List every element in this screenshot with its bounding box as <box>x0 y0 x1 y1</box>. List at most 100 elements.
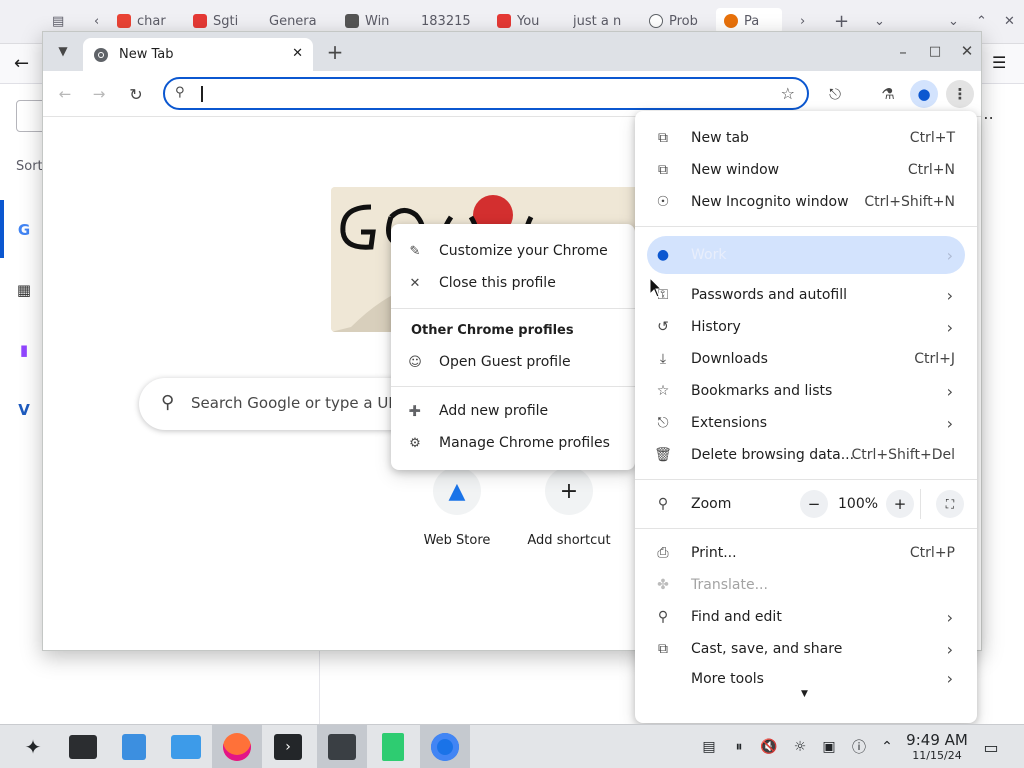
zoom-out-button[interactable]: − <box>800 490 828 518</box>
hamburger-menu-icon[interactable]: ☰ <box>992 53 1006 72</box>
app-launcher-icon[interactable]: ✦ <box>8 725 58 768</box>
download-icon: ⤓ <box>659 351 667 367</box>
manage-profiles-item[interactable]: ⚙ Manage Chrome profiles <box>391 427 635 459</box>
mouse-cursor-icon <box>649 277 663 298</box>
shortcut-add[interactable]: + Add shortcut <box>513 467 625 548</box>
chevron-right-icon: › <box>946 285 953 305</box>
menu-item-label: Bookmarks and lists <box>691 383 833 399</box>
close-window-icon[interactable]: ✕ <box>1004 8 1015 34</box>
forward-icon[interactable]: → <box>85 80 113 108</box>
reload-icon[interactable]: ↻ <box>122 80 150 108</box>
profile-submenu: ✎ Customize your Chrome ✕ Close this pro… <box>391 224 635 470</box>
menu-item-label: Close this profile <box>439 275 556 291</box>
trash-icon: 🗑 <box>654 447 672 463</box>
bg-tab-label: just a n <box>573 13 622 29</box>
profile-avatar-icon[interactable]: ● <box>910 80 938 108</box>
cast-icon: ⧉ <box>658 641 668 657</box>
menu-new-incognito[interactable]: ☉ New Incognito window Ctrl+Shift+N <box>635 186 977 218</box>
twitch-icon[interactable]: ▮ <box>14 340 34 360</box>
tab-new-tab[interactable]: New Tab ✕ <box>83 38 313 71</box>
web-store-icon: ▲ <box>433 467 481 515</box>
close-tab-icon[interactable]: ✕ <box>292 46 303 61</box>
google-icon[interactable]: G <box>14 220 34 240</box>
pencil-icon: ✎ <box>409 243 421 259</box>
clock-date: 11/15/24 <box>912 749 962 762</box>
chevron-right-icon: › <box>946 607 953 627</box>
add-profile-item[interactable]: ➕ Add new profile <box>391 395 635 427</box>
chevron-right-icon: › <box>946 381 953 401</box>
menu-more-tools[interactable]: More tools › <box>635 667 977 683</box>
save-disk-icon[interactable]: ▣ <box>820 738 838 756</box>
menu-item-label: More tools <box>691 671 764 683</box>
customize-chrome-item[interactable]: ✎ Customize your Chrome <box>391 235 635 267</box>
extensions-puzzle-icon[interactable]: ⎋ <box>821 80 849 108</box>
close-window-icon[interactable]: ✕ <box>953 37 981 65</box>
menu-profile-work[interactable]: ● Work › <box>635 239 977 271</box>
bg-tab-label: Prob <box>669 13 698 29</box>
menu-item-label: Add new profile <box>439 403 549 419</box>
help-icon[interactable]: ⓘ <box>850 738 868 756</box>
labs-flask-icon[interactable]: ⚗ <box>874 80 902 108</box>
new-tab-button[interactable]: + <box>321 38 349 66</box>
vocabulary-icon[interactable]: V <box>14 400 34 420</box>
bookmark-star-icon[interactable]: ☆ <box>781 84 795 103</box>
clock-time: 9:49 AM <box>906 731 968 749</box>
tab-favicon-icon <box>193 14 207 28</box>
open-guest-item[interactable]: ☺ Open Guest profile <box>391 346 635 378</box>
divider <box>635 528 977 529</box>
minimize-icon[interactable]: – <box>889 38 917 66</box>
tray-expand-chevron-icon[interactable]: ⌃ <box>878 738 896 756</box>
menu-item-label: Extensions <box>691 415 768 431</box>
menu-translate: ✤ Translate... <box>635 569 977 601</box>
menu-bookmarks[interactable]: ☆ Bookmarks and lists › <box>635 375 977 407</box>
terminal-icon[interactable]: › <box>263 725 313 768</box>
text-caret <box>201 86 203 102</box>
show-desktop-icon[interactable]: ▭ <box>982 738 1000 757</box>
tab-search-chevron-icon[interactable]: ▼ <box>49 37 77 65</box>
shortcut-text: Ctrl+T <box>909 130 955 146</box>
system-settings-icon[interactable] <box>58 725 108 768</box>
wikipedia-icon[interactable]: ▦ <box>14 280 34 300</box>
menu-downloads[interactable]: ⤓ Downloads Ctrl+J <box>635 343 977 375</box>
menu-item-label: Manage Chrome profiles <box>439 435 610 451</box>
clock[interactable]: 9:49 AM 11/15/24 <box>902 731 972 762</box>
menu-item-label: Passwords and autofill <box>691 287 848 303</box>
file-manager-icon[interactable] <box>161 725 211 768</box>
menu-extensions[interactable]: ⎋ Extensions › <box>635 407 977 439</box>
bg-tab-label: Sgti <box>213 13 239 29</box>
chrome-main-menu: ⧉ New tab Ctrl+T ⧉ New window Ctrl+N ☉ N… <box>635 111 977 723</box>
shortcut-web-store[interactable]: ▲ Web Store <box>401 467 513 548</box>
menu-cast-save[interactable]: ⧉ Cast, save, and share › <box>635 633 977 665</box>
zoom-in-button[interactable]: + <box>886 490 914 518</box>
omnibox[interactable]: ⚲ ☆ <box>163 77 809 110</box>
app-store-icon[interactable] <box>109 725 159 768</box>
menu-new-tab[interactable]: ⧉ New tab Ctrl+T <box>635 122 977 154</box>
brightness-icon[interactable]: ☼ <box>791 738 809 756</box>
menu-print[interactable]: ⎙ Print... Ctrl+P <box>635 537 977 569</box>
chrome-taskbar-icon[interactable] <box>420 725 470 768</box>
close-profile-item[interactable]: ✕ Close this profile <box>391 267 635 299</box>
notes-app-icon[interactable] <box>368 725 418 768</box>
bg-tab-label: char <box>137 13 166 29</box>
menu-passwords[interactable]: ⚿ Passwords and autofill › <box>635 279 977 311</box>
menu-item-label: Cast, save, and share <box>691 641 843 657</box>
person-icon: ● <box>656 247 670 263</box>
menu-delete-data[interactable]: 🗑 Delete browsing data... Ctrl+Shift+Del <box>635 439 977 471</box>
maximize-icon[interactable]: □ <box>921 37 949 65</box>
volume-muted-icon[interactable]: 🔇 <box>760 738 778 756</box>
fullscreen-icon[interactable]: ⛶ <box>936 490 964 518</box>
menu-find-edit[interactable]: ⚲ Find and edit › <box>635 601 977 633</box>
back-arrow-icon[interactable]: ← <box>14 53 29 74</box>
chevron-right-icon: › <box>946 639 953 659</box>
menu-new-window[interactable]: ⧉ New window Ctrl+N <box>635 154 977 186</box>
menu-history[interactable]: ↺ History › <box>635 311 977 343</box>
clipboard-icon[interactable]: ▤ <box>700 738 718 756</box>
other-profiles-heading: Other Chrome profiles <box>411 323 574 338</box>
kebab-menu-icon[interactable]: ⋮ <box>946 80 974 108</box>
back-icon[interactable]: ← <box>51 80 79 108</box>
scroll-down-arrow-icon[interactable]: ▼ <box>801 689 808 699</box>
media-pause-icon[interactable]: ⏸ <box>730 738 748 756</box>
media-app-icon[interactable] <box>317 725 367 768</box>
firefox-icon[interactable] <box>212 725 262 768</box>
shortcut-text: Ctrl+Shift+Del <box>851 447 955 463</box>
